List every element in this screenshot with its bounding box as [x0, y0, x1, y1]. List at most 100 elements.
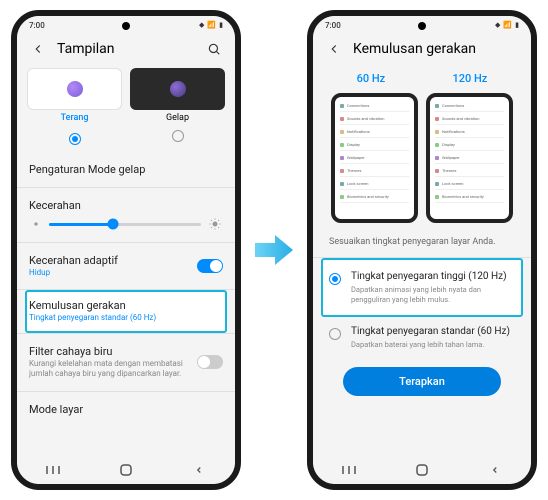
- screen-mode-label: Mode layar: [29, 403, 223, 416]
- home-button[interactable]: [414, 464, 430, 476]
- theme-light-radio[interactable]: [69, 133, 81, 145]
- mini-item: Wallpaper: [435, 155, 504, 164]
- adaptive-brightness-label: Kecerahan adaptif: [29, 254, 197, 267]
- theme-dark-radio[interactable]: [172, 130, 184, 142]
- apply-button[interactable]: Terapkan: [343, 367, 501, 396]
- mini-icon: [435, 182, 439, 186]
- blue-light-toggle[interactable]: [197, 355, 223, 369]
- preview-120hz: Connections Sounds and vibration Notific…: [426, 93, 513, 223]
- divider: [17, 391, 235, 392]
- option-60hz-radio[interactable]: [329, 328, 341, 340]
- dark-mode-label: Pengaturan Mode gelap: [29, 163, 223, 176]
- hz-preview-row: Connections Sounds and vibration Notific…: [323, 89, 521, 233]
- mini-item: Lock screen: [435, 181, 504, 190]
- navigation-bar: [313, 456, 531, 484]
- mini-icon: [340, 104, 344, 108]
- mini-item: Themes: [435, 168, 504, 177]
- navigation-bar: [17, 456, 235, 484]
- option-120hz-radio[interactable]: [329, 273, 341, 285]
- page-header: Kemulusan gerakan: [313, 34, 531, 64]
- signal-icon: 📶: [503, 21, 512, 29]
- adaptive-brightness-toggle[interactable]: [197, 259, 223, 273]
- mini-icon: [340, 130, 344, 134]
- preview-60hz: Connections Sounds and vibration Notific…: [331, 93, 418, 223]
- back-button[interactable]: [29, 40, 47, 58]
- phone-display-settings: 7:00 ◆ 📶 ▮ Tampilan Terang Gelap: [11, 10, 241, 490]
- theme-light-preview: [27, 68, 122, 110]
- mini-icon: [435, 169, 439, 173]
- recents-icon: [342, 465, 356, 475]
- theme-selector: Terang Gelap: [27, 68, 225, 146]
- option-60hz-sub: Dapatkan baterai yang lebih tahan lama.: [351, 340, 515, 350]
- slider-thumb[interactable]: [107, 219, 118, 230]
- mini-item: Connections: [340, 103, 409, 112]
- mini-item: Biometrics and security: [340, 194, 409, 203]
- screen-mode-row[interactable]: Mode layar: [27, 394, 225, 425]
- brightness-slider[interactable]: [49, 223, 201, 226]
- status-icons: ◆ 📶 ▮: [495, 21, 519, 29]
- mini-item: Wallpaper: [340, 155, 409, 164]
- theme-dark-label: Gelap: [130, 113, 225, 123]
- mini-icon: [340, 143, 344, 147]
- back-nav-button[interactable]: [191, 464, 207, 476]
- recents-icon: [46, 465, 60, 475]
- back-nav-button[interactable]: [487, 464, 503, 476]
- signal-icon: 📶: [207, 21, 216, 29]
- search-icon: [207, 42, 221, 56]
- hz-tabs: 60 Hz 120 Hz: [323, 64, 521, 89]
- page-title: Tampilan: [57, 41, 195, 57]
- home-button[interactable]: [118, 464, 134, 476]
- mini-icon: [435, 104, 439, 108]
- brightness-row: Kecerahan: [27, 190, 225, 212]
- sun-high-icon: [209, 218, 221, 230]
- back-icon: [194, 465, 204, 475]
- settings-content: 60 Hz 120 Hz Connections Sounds and vibr…: [313, 64, 531, 456]
- tab-60hz[interactable]: 60 Hz: [357, 72, 386, 85]
- theme-light-option[interactable]: Terang: [27, 68, 122, 146]
- mini-icon: [435, 130, 439, 134]
- back-button[interactable]: [325, 40, 343, 58]
- hz-description: Sesuaikan tingkat penyegaran layar Anda.: [323, 233, 521, 255]
- mini-item: Notifications: [435, 129, 504, 138]
- blue-light-label: Filter cahaya biru: [29, 345, 197, 358]
- page-title: Kemulusan gerakan: [353, 41, 519, 57]
- mini-item: Lock screen: [340, 181, 409, 190]
- option-120hz[interactable]: Tingkat penyegaran tinggi (120 Hz) Dapat…: [321, 258, 523, 317]
- adaptive-brightness-row[interactable]: Kecerahan adaptif Hidup: [27, 245, 225, 287]
- option-120hz-sub: Dapatkan animasi yang lebih nyata dan pe…: [351, 285, 515, 305]
- dark-mode-settings-row[interactable]: Pengaturan Mode gelap: [27, 154, 225, 185]
- theme-dot-icon: [67, 81, 83, 97]
- search-button[interactable]: [205, 40, 223, 58]
- motion-smoothness-row[interactable]: Kemulusan gerakan Tingkat penyegaran sta…: [25, 290, 227, 332]
- option-60hz[interactable]: Tingkat penyegaran standar (60 Hz) Dapat…: [323, 315, 521, 360]
- mini-item: Sounds and vibration: [435, 116, 504, 125]
- theme-light-label: Terang: [27, 113, 122, 123]
- mini-item: Display: [340, 142, 409, 151]
- home-icon: [120, 464, 132, 476]
- phone-motion-smoothness: 7:00 ◆ 📶 ▮ Kemulusan gerakan 60 Hz 120 H…: [307, 10, 537, 490]
- theme-dark-option[interactable]: Gelap: [130, 68, 225, 146]
- mini-icon: [435, 195, 439, 199]
- battery-icon: ▮: [515, 21, 519, 29]
- mini-icon: [435, 143, 439, 147]
- option-120hz-label: Tingkat penyegaran tinggi (120 Hz): [351, 270, 515, 283]
- option-60hz-label: Tingkat penyegaran standar (60 Hz): [351, 325, 515, 338]
- divider: [17, 242, 235, 243]
- tab-120hz[interactable]: 120 Hz: [453, 72, 488, 85]
- mini-icon: [340, 182, 344, 186]
- status-time: 7:00: [325, 21, 341, 30]
- chevron-left-icon: [327, 42, 341, 56]
- theme-dot-icon: [170, 81, 186, 97]
- battery-icon: ▮: [219, 21, 223, 29]
- mini-item: Themes: [340, 168, 409, 177]
- adaptive-brightness-sub: Hidup: [29, 268, 197, 278]
- theme-dark-preview: [130, 68, 225, 110]
- wifi-icon: ◆: [495, 21, 500, 29]
- recents-button[interactable]: [45, 464, 61, 476]
- mini-icon: [435, 117, 439, 121]
- slider-fill: [49, 223, 113, 226]
- recents-button[interactable]: [341, 464, 357, 476]
- status-icons: ◆ 📶 ▮: [199, 21, 223, 29]
- home-icon: [416, 464, 428, 476]
- blue-light-row[interactable]: Filter cahaya biru Kurangi kelelahan mat…: [27, 336, 225, 389]
